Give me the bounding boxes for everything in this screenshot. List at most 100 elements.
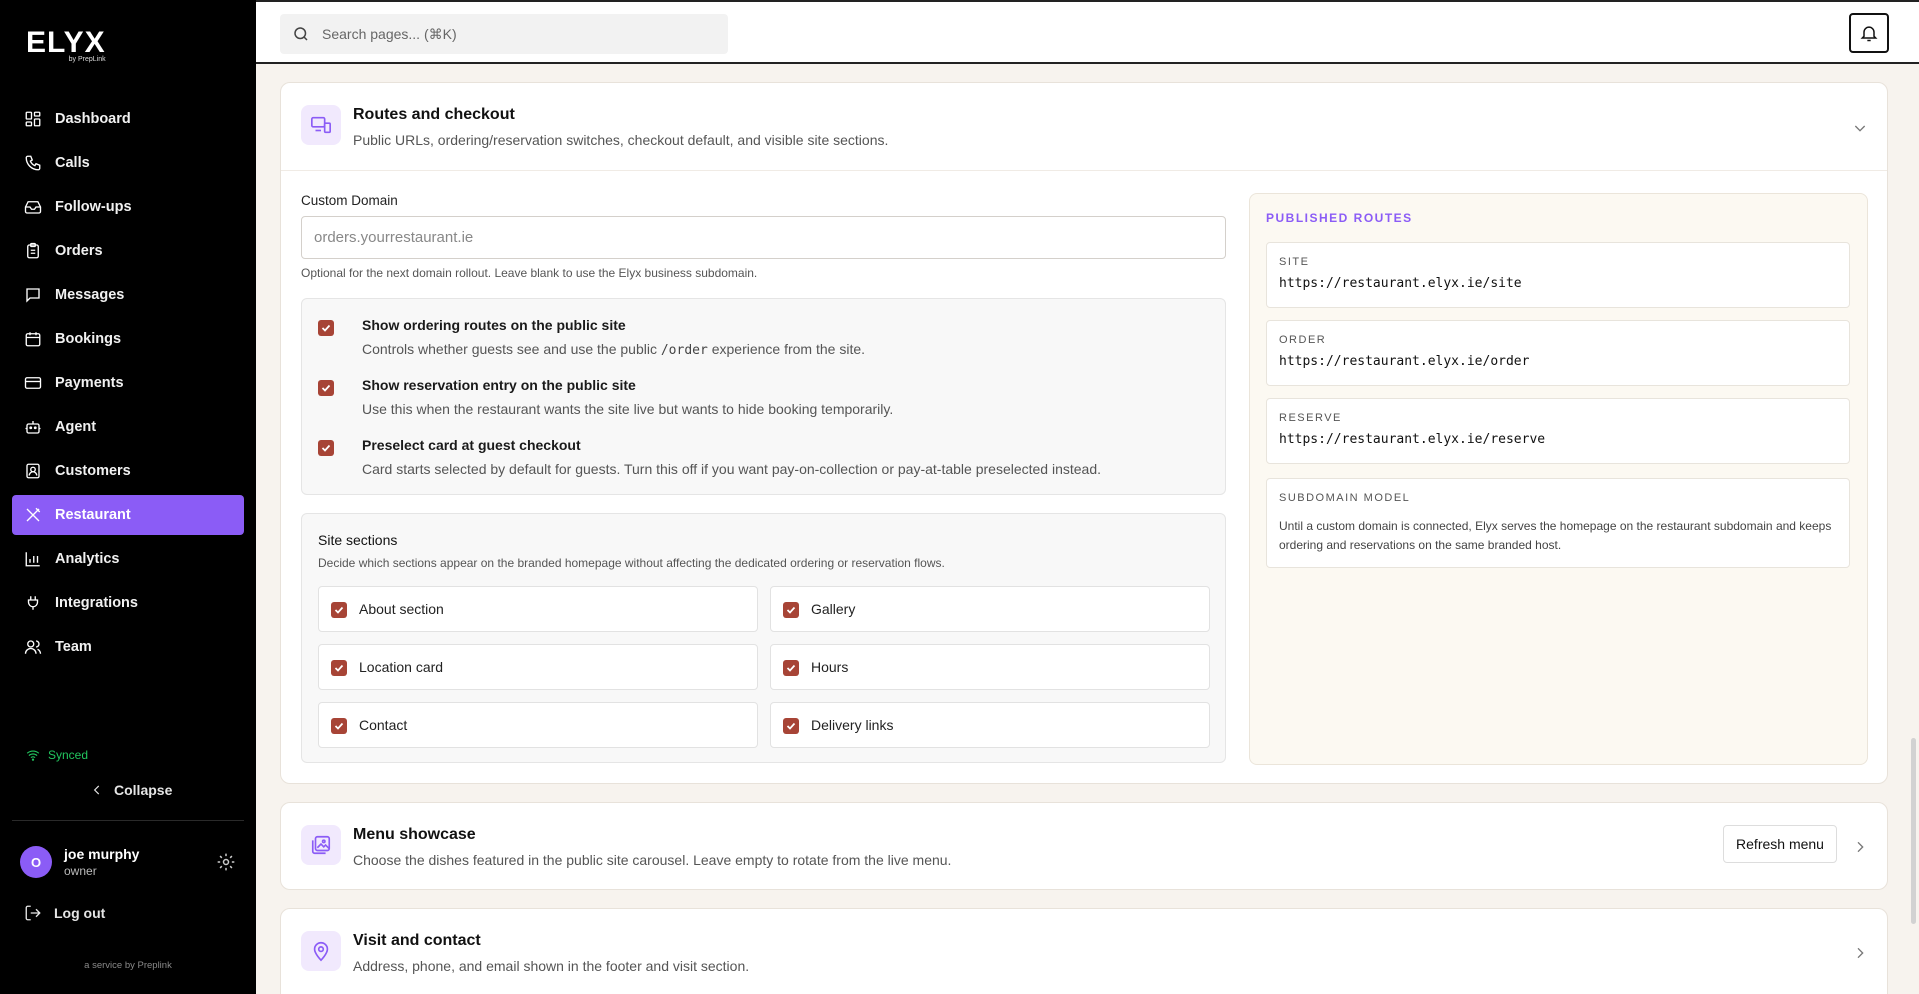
sidebar-item-label: Agent	[55, 419, 97, 435]
gallery-checkbox[interactable]	[783, 602, 799, 618]
chevron-right-icon[interactable]	[1852, 839, 1868, 855]
search-input[interactable]	[322, 26, 702, 42]
utensils-icon	[26, 507, 41, 522]
section-gallery[interactable]: Gallery	[770, 586, 1210, 632]
logout-label: Log out	[54, 905, 106, 921]
custom-domain-input[interactable]	[301, 216, 1226, 259]
brand-logo[interactable]: ELYX by PrepLink	[26, 28, 106, 64]
logout-icon	[25, 905, 41, 921]
toggle-desc-part: Controls whether guests see and use the …	[362, 341, 661, 357]
ordering-routes-checkbox[interactable]	[318, 320, 334, 336]
sidebar-item-bookings[interactable]: Bookings	[12, 319, 244, 359]
visit-contact-card[interactable]: Visit and contact Address, phone, and em…	[280, 908, 1888, 994]
sidebar-item-calls[interactable]: Calls	[12, 143, 244, 183]
plug-icon	[27, 596, 39, 610]
toggle-title: Show ordering routes on the public site	[362, 317, 626, 333]
sidebar-nav: Dashboard Calls Follow-ups Orders Messag…	[12, 99, 244, 671]
gear-icon[interactable]	[216, 852, 236, 872]
sidebar-item-dashboard[interactable]: Dashboard	[12, 99, 244, 139]
sidebar-item-label: Restaurant	[55, 507, 131, 523]
search-icon	[294, 27, 308, 41]
page-scrollbar[interactable]	[1911, 738, 1916, 924]
routes-card-header[interactable]: Routes and checkout Public URLs, orderin…	[281, 83, 1887, 171]
route-url[interactable]: https://restaurant.elyx.ie/site	[1279, 276, 1522, 291]
route-label: SITE	[1279, 256, 1310, 268]
sidebar-item-analytics[interactable]: Analytics	[12, 539, 244, 579]
check-icon	[334, 722, 344, 730]
delivery-links-checkbox[interactable]	[783, 718, 799, 734]
visit-icon-wrap	[301, 931, 341, 971]
reservation-entry-checkbox[interactable]	[318, 380, 334, 396]
chevron-down-icon[interactable]	[1852, 120, 1868, 136]
location-card-checkbox[interactable]	[331, 660, 347, 676]
custom-domain-helper: Optional for the next domain rollout. Le…	[301, 266, 758, 280]
route-toggles-panel: Show ordering routes on the public site …	[301, 298, 1226, 495]
devices-icon	[311, 116, 331, 134]
toggle-desc-part: experience from the site.	[707, 341, 866, 357]
sidebar-item-orders[interactable]: Orders	[12, 231, 244, 271]
toggle-title: Preselect card at guest checkout	[362, 437, 581, 453]
check-icon	[786, 664, 796, 672]
menu-card-description: Choose the dishes featured in the public…	[353, 852, 952, 868]
section-location-card[interactable]: Location card	[318, 644, 758, 690]
visit-card-header: Visit and contact Address, phone, and em…	[281, 909, 1887, 994]
hours-checkbox[interactable]	[783, 660, 799, 676]
routes-checkout-card: Routes and checkout Public URLs, orderin…	[280, 82, 1888, 784]
check-icon	[786, 606, 796, 614]
menu-showcase-card[interactable]: Menu showcase Choose the dishes featured…	[280, 802, 1888, 890]
sidebar-item-agent[interactable]: Agent	[12, 407, 244, 447]
sidebar-item-label: Team	[55, 639, 92, 655]
logout-button[interactable]: Log out	[24, 904, 105, 922]
sidebar-item-restaurant[interactable]: Restaurant	[12, 495, 244, 535]
section-label: About section	[359, 601, 444, 617]
route-label: ORDER	[1279, 334, 1327, 346]
about-section-checkbox[interactable]	[331, 602, 347, 618]
chevron-left-icon	[93, 785, 100, 795]
menu-card-header: Menu showcase Choose the dishes featured…	[281, 803, 1887, 891]
bell-icon	[1860, 26, 1878, 42]
users-icon	[24, 640, 42, 654]
toggle-description: Use this when the restaurant wants the s…	[362, 401, 894, 417]
user-profile[interactable]: O joe murphy owner	[20, 846, 139, 878]
route-site: SITE https://restaurant.elyx.ie/site	[1266, 242, 1850, 308]
route-reserve: RESERVE https://restaurant.elyx.ie/reser…	[1266, 398, 1850, 464]
site-sections-title: Site sections	[318, 532, 398, 548]
section-about[interactable]: About section	[318, 586, 758, 632]
sidebar: ELYX by PrepLink Dashboard Calls Follow-…	[0, 0, 256, 994]
sidebar-item-label: Messages	[55, 287, 125, 303]
credit-card-icon	[24, 377, 42, 389]
sync-status-label: Synced	[48, 748, 89, 762]
route-url[interactable]: https://restaurant.elyx.ie/order	[1279, 354, 1529, 369]
section-hours[interactable]: Hours	[770, 644, 1210, 690]
section-contact[interactable]: Contact	[318, 702, 758, 748]
refresh-menu-button[interactable]: Refresh menu	[1723, 825, 1837, 863]
collapse-label: Collapse	[114, 782, 173, 798]
check-icon	[321, 384, 331, 392]
routes-card-description: Public URLs, ordering/reservation switch…	[353, 132, 889, 148]
sidebar-item-integrations[interactable]: Integrations	[12, 583, 244, 623]
route-order: ORDER https://restaurant.elyx.ie/order	[1266, 320, 1850, 386]
sidebar-item-messages[interactable]: Messages	[12, 275, 244, 315]
sidebar-item-label: Analytics	[55, 551, 120, 567]
search-box[interactable]	[280, 14, 728, 54]
service-footer: a service by Preplink	[84, 960, 172, 971]
collapse-button[interactable]: Collapse	[90, 782, 172, 798]
sidebar-item-follow-ups[interactable]: Follow-ups	[12, 187, 244, 227]
contact-icon	[26, 463, 40, 479]
sidebar-item-customers[interactable]: Customers	[12, 451, 244, 491]
notifications-button[interactable]	[1849, 13, 1889, 53]
sidebar-item-label: Integrations	[55, 595, 138, 611]
sidebar-item-label: Follow-ups	[55, 199, 132, 215]
chevron-right-icon[interactable]	[1852, 945, 1868, 961]
route-url[interactable]: https://restaurant.elyx.ie/reserve	[1279, 432, 1545, 447]
sidebar-item-payments[interactable]: Payments	[12, 363, 244, 403]
clipboard-icon	[27, 242, 39, 259]
check-icon	[321, 324, 331, 332]
sidebar-item-team[interactable]: Team	[12, 627, 244, 667]
menu-icon-wrap	[301, 825, 341, 865]
user-role: owner	[64, 864, 97, 878]
contact-checkbox[interactable]	[331, 718, 347, 734]
section-label: Delivery links	[811, 717, 894, 733]
section-delivery-links[interactable]: Delivery links	[770, 702, 1210, 748]
preselect-card-checkbox[interactable]	[318, 440, 334, 456]
